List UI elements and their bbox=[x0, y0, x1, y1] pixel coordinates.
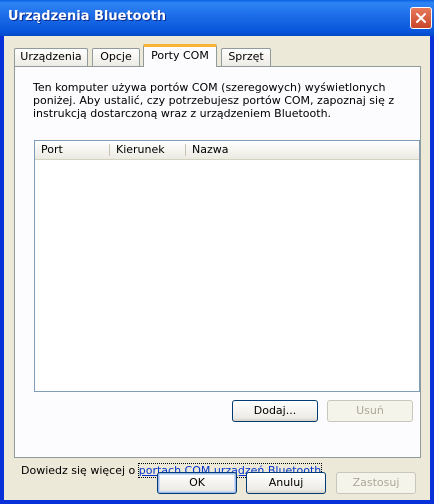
title-bar[interactable]: Urządzenia Bluetooth bbox=[0, 0, 434, 36]
tab-label: Sprzęt bbox=[228, 50, 264, 63]
remove-button[interactable]: Usuń bbox=[327, 400, 413, 422]
add-button[interactable]: Dodaj... bbox=[232, 400, 318, 422]
cancel-button-label: Anuluj bbox=[268, 476, 304, 489]
tab-com-ports[interactable]: Porty COM bbox=[143, 44, 217, 67]
column-label: Port bbox=[41, 143, 63, 156]
dialog-window: Urządzenia Bluetooth Urządzenia Opcje Po… bbox=[0, 0, 434, 504]
tab-label: Porty COM bbox=[151, 49, 209, 62]
remove-button-label: Usuń bbox=[356, 404, 384, 417]
tab-options[interactable]: Opcje bbox=[92, 48, 140, 66]
column-header-name[interactable]: Nazwa bbox=[186, 141, 419, 159]
dialog-body: Urządzenia Opcje Porty COM Sprzęt Ten ko… bbox=[4, 36, 430, 500]
add-button-label: Dodaj... bbox=[253, 404, 297, 417]
close-button[interactable] bbox=[410, 7, 432, 29]
tab-hardware[interactable]: Sprzęt bbox=[221, 48, 271, 66]
apply-button[interactable]: Zastosuj bbox=[336, 472, 416, 494]
apply-button-label: Zastosuj bbox=[352, 476, 400, 489]
cancel-button[interactable]: Anuluj bbox=[246, 472, 326, 494]
tab-devices[interactable]: Urządzenia bbox=[14, 48, 88, 66]
column-label: Kierunek bbox=[116, 143, 165, 156]
ok-button-label: OK bbox=[189, 476, 205, 489]
com-ports-list[interactable]: Port Kierunek Nazwa bbox=[34, 140, 420, 392]
column-header-direction[interactable]: Kierunek bbox=[110, 141, 186, 159]
ok-button[interactable]: OK bbox=[157, 472, 237, 494]
list-header: Port Kierunek Nazwa bbox=[35, 141, 419, 160]
column-label: Nazwa bbox=[192, 143, 229, 156]
description-text: Ten komputer używa portów COM (szeregowy… bbox=[33, 81, 395, 120]
window-title: Urządzenia Bluetooth bbox=[8, 9, 166, 24]
tab-label: Opcje bbox=[100, 50, 132, 63]
column-header-port[interactable]: Port bbox=[35, 141, 110, 159]
tab-label: Urządzenia bbox=[20, 50, 82, 63]
tab-panel-com-ports: Ten komputer używa portów COM (szeregowy… bbox=[14, 66, 421, 478]
learn-more-prefix: Dowiedz się więcej o bbox=[21, 464, 139, 477]
close-icon bbox=[416, 13, 426, 23]
